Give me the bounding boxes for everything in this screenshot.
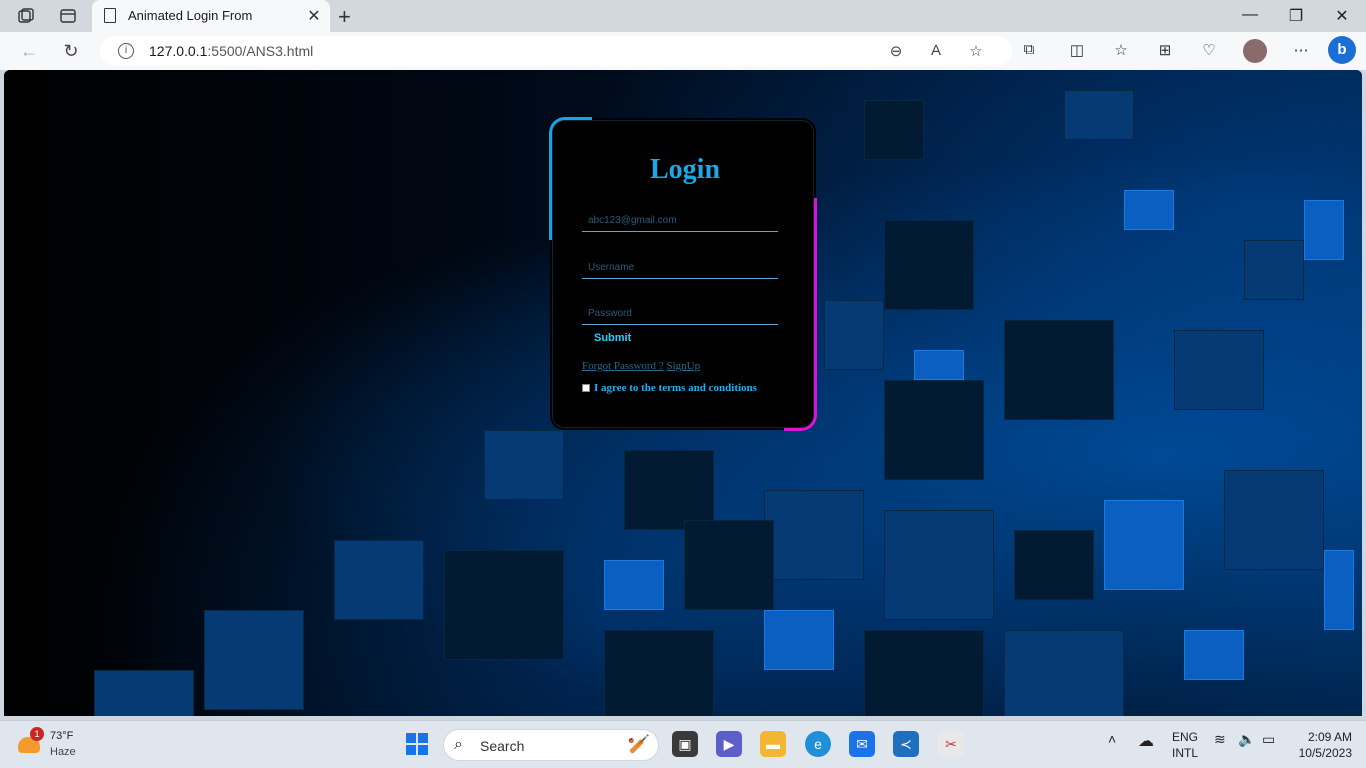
terms-row: I agree to the terms and conditions [582,382,757,394]
bg-cube [604,630,714,716]
address-toolbar: ← ↻ i 127.0.0.1:5500/ANS3.html ⊖ A ☆ ⧉ ◫… [0,32,1366,70]
collections-icon[interactable]: ⊞ [1154,41,1176,61]
bg-cube [684,520,774,610]
favorites-icon[interactable]: ☆ [1110,41,1132,61]
show-hidden-icons-icon[interactable]: ˄ [1108,731,1116,747]
refresh-button[interactable]: ↻ [60,40,82,62]
search-label: Search [480,738,525,754]
bg-cube [764,490,864,580]
bg-cube [884,220,974,310]
username-field[interactable] [582,257,778,279]
bg-cube [1064,90,1134,140]
teams-chat-icon[interactable]: ▶ [716,731,742,757]
page-icon [104,8,116,23]
tab-active[interactable]: Animated Login From ✕ [92,0,330,32]
bg-cube [1244,240,1304,300]
password-field[interactable] [582,303,778,325]
site-info-icon[interactable]: i [118,43,134,59]
bg-cube [1224,470,1324,570]
keyboard-layout: INTL [1172,746,1199,760]
bing-copilot-icon[interactable]: b [1328,36,1356,64]
more-menu-icon[interactable]: ⋯ [1290,41,1312,61]
submit-button[interactable]: Submit [594,332,631,344]
notification-badge: 1 [30,727,44,741]
back-button[interactable]: ← [18,40,40,62]
bg-cube [604,560,664,610]
onedrive-icon[interactable]: ☁ [1138,731,1154,751]
bg-cube [764,610,834,670]
performance-icon[interactable]: ♡ [1198,41,1220,61]
bg-cube [1004,320,1114,420]
bg-cube [884,380,984,480]
tab-strip: Animated Login From ✕ + — ❐ ✕ [0,0,1366,32]
bg-cube [334,540,424,620]
snipping-tool-icon[interactable]: ✂ [938,731,964,757]
favorite-star-icon[interactable]: ☆ [966,42,986,60]
address-bar[interactable]: i 127.0.0.1:5500/ANS3.html ⊖ A ☆ [100,36,1012,66]
login-card: Login Submit Forgot Password ? SignUp I … [549,117,817,431]
terms-checkbox[interactable] [582,384,590,392]
bg-cube [884,510,994,620]
bg-cube [94,670,194,716]
wifi-icon[interactable]: ≋ [1214,731,1226,748]
bg-cube [1304,200,1344,260]
extensions-icon[interactable]: ⧉ [1018,41,1040,61]
time: 2:09 AM [1307,730,1352,744]
bg-cube [1324,550,1354,630]
close-window-button[interactable]: ✕ [1332,6,1352,26]
new-tab-button[interactable]: + [338,4,351,30]
bg-cube [1104,500,1184,590]
bg-cube [204,610,304,710]
profile-avatar[interactable] [1243,39,1267,63]
vertical-tabs-icon[interactable] [58,6,78,26]
zoom-icon[interactable]: ⊖ [886,42,906,60]
battery-icon[interactable]: ▭ [1262,731,1275,748]
bg-cube [1124,190,1174,230]
bg-cube [484,430,564,500]
search-icon: ⌕ [454,736,463,753]
weather-temp: 73°F [50,730,74,742]
bg-cube [1014,530,1094,600]
clock[interactable]: 2:09 AM 10/5/2023 [1299,729,1352,761]
restore-button[interactable]: ❐ [1286,6,1306,26]
page-viewport: Login Submit Forgot Password ? SignUp I … [4,70,1362,716]
language-code: ENG [1172,730,1199,744]
bg-cube [864,630,984,716]
bg-cube [1004,630,1124,716]
date: 10/5/2023 [1298,746,1352,760]
signup-link[interactable]: SignUp [666,360,700,372]
vscode-icon[interactable]: ≺ [893,731,919,757]
forgot-password-link[interactable]: Forgot Password ? [582,360,664,372]
login-heading: Login [649,154,721,185]
bg-cube [624,450,714,530]
workspaces-icon[interactable] [16,6,36,26]
split-screen-icon[interactable]: ◫ [1066,41,1088,61]
language-indicator[interactable]: ENG INTL [1172,729,1198,761]
bg-cube [1184,630,1244,680]
weather-condition: Haze [50,746,76,758]
taskbar: 1 73°F Haze ⌕ Search 🏏 ▣ ▶ ▬ e ✉ ≺ ✂ ˄ ☁… [0,720,1366,768]
tab-title: Animated Login From [128,8,253,23]
search-highlight-icon: 🏏 [627,734,650,754]
volume-icon[interactable]: 🔈 [1238,731,1255,748]
url-text: 127.0.0.1:5500/ANS3.html [149,43,314,59]
terms-label: I agree to the terms and conditions [594,382,757,394]
minimize-button[interactable]: — [1240,6,1260,24]
task-view-icon[interactable]: ▣ [672,731,698,757]
bg-cube [1174,330,1264,410]
weather-widget[interactable]: 1 73°F Haze [18,727,98,761]
read-aloud-icon[interactable]: A [926,42,946,60]
bg-cube [914,350,964,380]
close-tab-icon[interactable]: ✕ [306,6,322,26]
taskbar-search[interactable]: ⌕ Search 🏏 [443,729,659,761]
mail-icon[interactable]: ✉ [849,731,875,757]
bg-cube [864,100,924,160]
file-explorer-icon[interactable]: ▬ [760,731,786,757]
email-field[interactable] [582,210,778,232]
edge-browser-icon[interactable]: e [805,731,831,757]
bg-cube [824,300,884,370]
account-links: Forgot Password ? SignUp [582,360,700,372]
start-button[interactable] [406,733,428,755]
bg-cube [444,550,564,660]
